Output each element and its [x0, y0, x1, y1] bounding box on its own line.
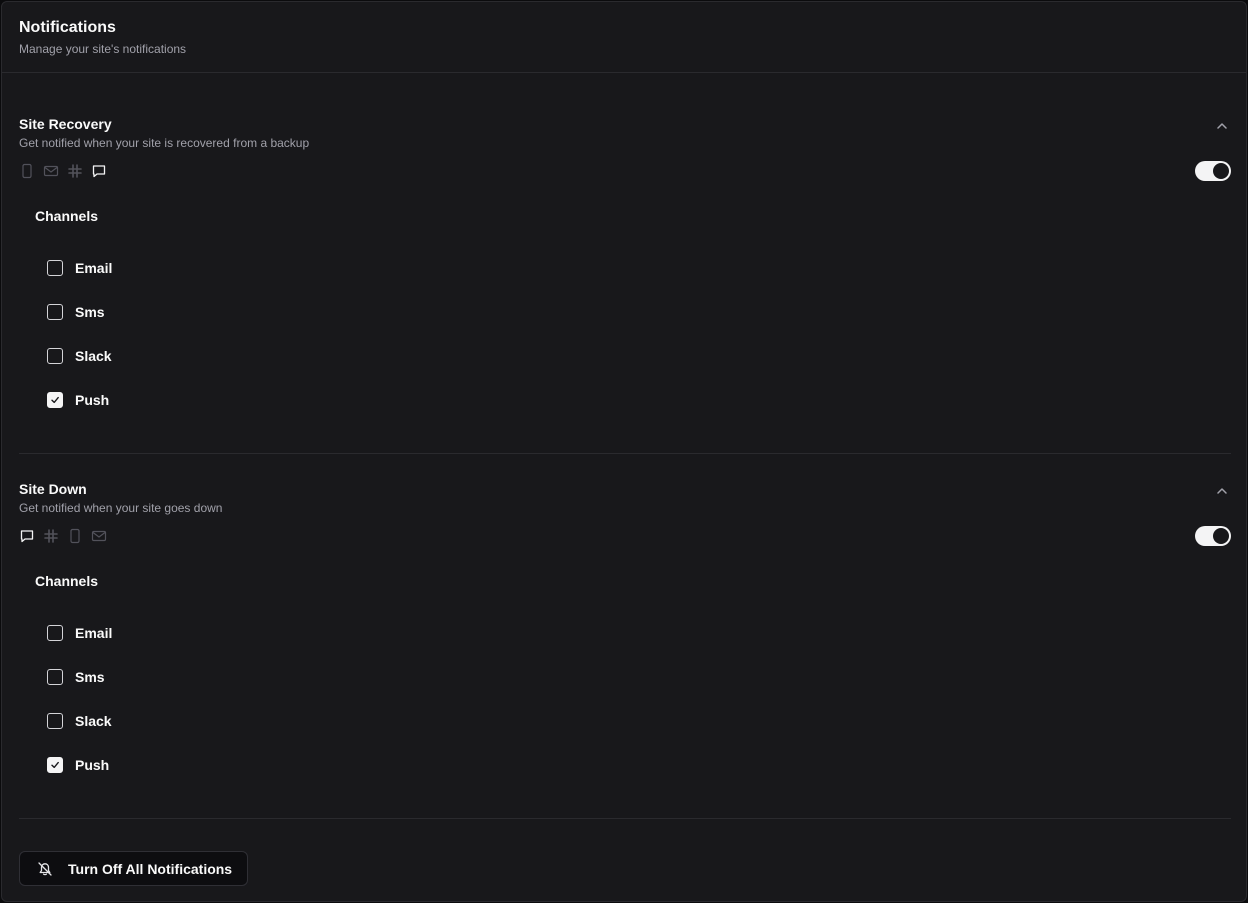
chevron-up-icon[interactable]: [1215, 484, 1229, 498]
chevron-up-icon[interactable]: [1215, 119, 1229, 133]
channel-label: Push: [75, 757, 110, 773]
phone-icon: [22, 163, 32, 179]
channel-slack[interactable]: Slack: [47, 347, 112, 365]
toggle-knob: [1213, 163, 1229, 179]
turn-off-all-button[interactable]: Turn Off All Notifications: [19, 851, 248, 886]
checkbox-checked[interactable]: [47, 757, 63, 773]
channel-icons: [19, 528, 107, 544]
slack-icon: [68, 164, 82, 178]
checkbox[interactable]: [47, 669, 63, 685]
section-divider: [19, 818, 1231, 819]
channel-push[interactable]: Push: [47, 391, 109, 409]
channel-email[interactable]: Email: [47, 259, 112, 277]
channel-label: Push: [75, 392, 110, 408]
section-title: Site Recovery: [19, 116, 112, 132]
page-description: Manage your site's notifications: [19, 42, 187, 56]
channel-icons: [19, 163, 107, 179]
channels-title: Channels: [35, 573, 99, 589]
section-site-down: Site Down Get notified when your site go…: [19, 480, 1231, 780]
section-site-recovery: Site Recovery Get notified when your sit…: [19, 115, 1231, 415]
checkbox[interactable]: [47, 260, 63, 276]
checkbox[interactable]: [47, 304, 63, 320]
channel-slack[interactable]: Slack: [47, 712, 112, 730]
section-title: Site Down: [19, 481, 87, 497]
mail-icon: [43, 165, 59, 177]
checkbox[interactable]: [47, 348, 63, 364]
slack-icon: [44, 529, 58, 543]
message-icon: [20, 530, 34, 543]
button-label: Turn Off All Notifications: [68, 861, 233, 877]
section-toggle[interactable]: [1195, 161, 1231, 181]
checkbox[interactable]: [47, 713, 63, 729]
toggle-knob: [1213, 528, 1229, 544]
checkbox[interactable]: [47, 625, 63, 641]
section-toggle[interactable]: [1195, 526, 1231, 546]
phone-icon: [70, 528, 80, 544]
card-header: Notifications Manage your site's notific…: [19, 18, 186, 57]
message-icon: [92, 165, 106, 178]
channel-label: Slack: [75, 713, 112, 729]
channel-label: Slack: [75, 348, 112, 364]
channel-label: Sms: [75, 304, 105, 320]
page-title: Notifications: [19, 19, 116, 36]
section-description: Get notified when your site is recovered…: [19, 136, 310, 150]
channel-push[interactable]: Push: [47, 756, 109, 774]
channel-sms[interactable]: Sms: [47, 303, 105, 321]
channels-title: Channels: [35, 208, 99, 224]
section-description: Get notified when your site goes down: [19, 501, 223, 515]
channel-sms[interactable]: Sms: [47, 668, 105, 686]
header-divider: [2, 72, 1246, 73]
check-icon: [51, 761, 59, 769]
section-divider: [19, 453, 1231, 454]
notifications-card: Notifications Manage your site's notific…: [1, 1, 1247, 902]
channel-label: Email: [75, 260, 113, 276]
checkbox-checked[interactable]: [47, 392, 63, 408]
channel-label: Email: [75, 625, 113, 641]
channel-label: Sms: [75, 669, 105, 685]
bell-off-icon: [38, 862, 52, 876]
channel-email[interactable]: Email: [47, 624, 112, 642]
mail-icon: [91, 530, 107, 542]
check-icon: [51, 396, 59, 404]
